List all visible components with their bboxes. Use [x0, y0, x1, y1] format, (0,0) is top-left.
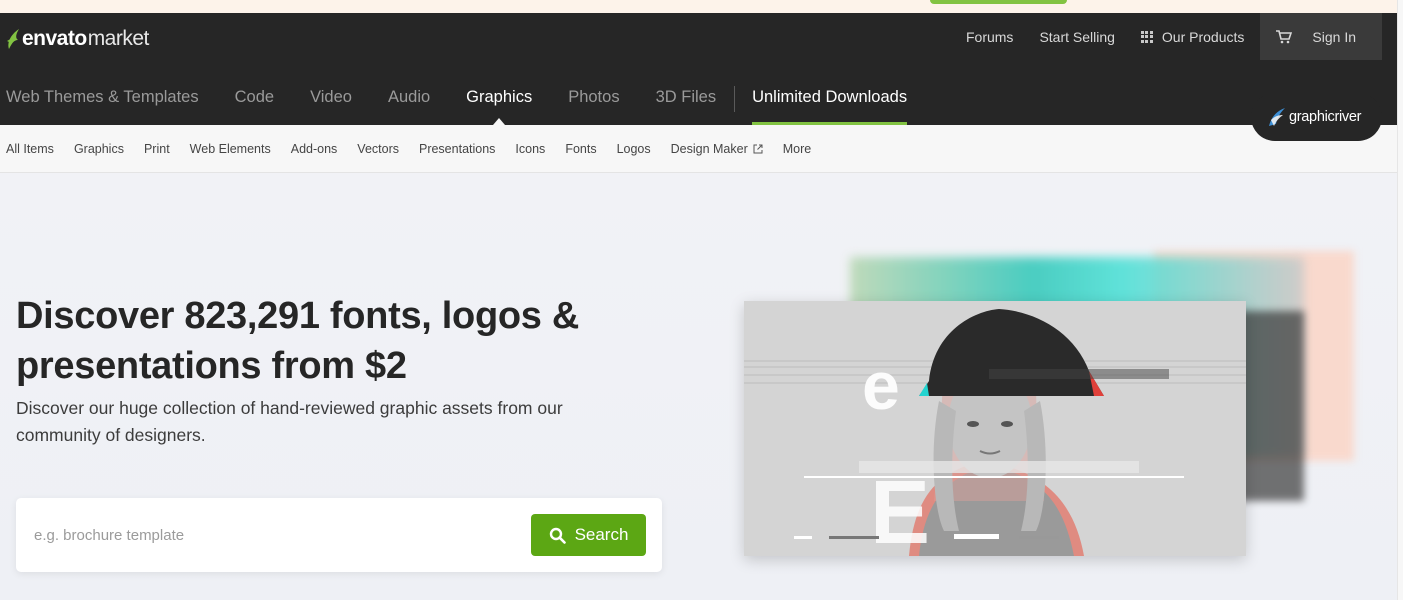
- envato-leaf-icon: [7, 29, 19, 49]
- category-nav: Web Themes & Templates Code Video Audio …: [0, 73, 908, 125]
- envato-market-logo[interactable]: envato market: [6, 25, 149, 53]
- cat-3d-files[interactable]: 3D Files: [656, 73, 717, 125]
- hero-headline: Discover 823,291 fonts, logos & presenta…: [16, 295, 580, 387]
- nav-divider: [734, 86, 736, 112]
- subnav-icons[interactable]: Icons: [515, 142, 545, 156]
- hero-subhead: Discover our huge collection of hand-rev…: [16, 398, 563, 445]
- account-area: Sign In: [1260, 13, 1382, 60]
- subnav-web-elements[interactable]: Web Elements: [190, 142, 271, 156]
- cat-graphics-label: Graphics: [466, 88, 533, 106]
- promo-strip: [0, 0, 1397, 13]
- our-products-label: Our Products: [1161, 28, 1245, 45]
- scrollbar[interactable]: [1397, 0, 1403, 600]
- cart-icon[interactable]: [1276, 29, 1293, 44]
- subnav-add-ons[interactable]: Add-ons: [291, 142, 338, 156]
- cat-photos[interactable]: Photos: [568, 73, 619, 125]
- hero-artwork: e E: [744, 251, 1364, 561]
- cat-unlimited-downloads[interactable]: Unlimited Downloads: [752, 73, 908, 125]
- apps-grid-icon: [1140, 30, 1153, 43]
- graphicriver-icon: [1269, 108, 1285, 126]
- cat-graphics[interactable]: Graphics: [466, 73, 532, 125]
- external-link-icon: [753, 144, 763, 153]
- subnav-vectors[interactable]: Vectors: [357, 142, 399, 156]
- search-card: Search: [16, 498, 662, 572]
- our-products-menu[interactable]: Our Products: [1128, 13, 1257, 60]
- subnav-all-items[interactable]: All Items: [6, 142, 54, 156]
- cat-code[interactable]: Code: [235, 73, 274, 125]
- artwork-glitch-portrait: e E: [744, 301, 1246, 556]
- subnav-more[interactable]: More: [783, 142, 811, 156]
- graphicriver-badge[interactable]: graphicriver: [1251, 93, 1382, 141]
- graphics-subnav: All Items Graphics Print Web Elements Ad…: [0, 125, 1397, 173]
- sign-in-link[interactable]: Sign In: [1312, 29, 1356, 45]
- svg-text:e: e: [862, 348, 900, 424]
- forums-link[interactable]: Forums: [953, 13, 1026, 60]
- subnav-fonts[interactable]: Fonts: [565, 142, 596, 156]
- cat-video[interactable]: Video: [310, 73, 352, 125]
- search-button-label: Search: [574, 525, 629, 544]
- logo-sub: market: [87, 27, 150, 50]
- start-selling-link[interactable]: Start Selling: [1026, 13, 1127, 60]
- top-links: Forums Start Selling Our Products Sign I…: [953, 13, 1382, 60]
- hero-section: Discover 823,291 fonts, logos & presenta…: [0, 173, 1397, 600]
- active-caret: [493, 118, 506, 125]
- glitch-portrait-image: e E: [744, 301, 1246, 556]
- design-maker-label: Design Maker: [670, 141, 748, 156]
- graphicriver-label: graphicriver: [1289, 109, 1362, 125]
- search-icon: [549, 527, 566, 544]
- unlimited-label: Unlimited Downloads: [752, 88, 908, 106]
- search-button[interactable]: Search: [531, 514, 646, 556]
- subnav-graphics[interactable]: Graphics: [74, 142, 124, 156]
- promo-button-edge[interactable]: [930, 0, 1067, 4]
- site-header: envato market Forums Start Selling Our P…: [0, 13, 1397, 125]
- subnav-design-maker[interactable]: Design Maker: [671, 142, 763, 156]
- cat-audio[interactable]: Audio: [388, 73, 430, 125]
- search-input[interactable]: [34, 516, 524, 554]
- subnav-print[interactable]: Print: [144, 142, 170, 156]
- subnav-logos[interactable]: Logos: [617, 142, 651, 156]
- logo-word: envato: [22, 27, 87, 50]
- subnav-presentations[interactable]: Presentations: [419, 142, 495, 156]
- cat-web-themes[interactable]: Web Themes & Templates: [6, 73, 199, 125]
